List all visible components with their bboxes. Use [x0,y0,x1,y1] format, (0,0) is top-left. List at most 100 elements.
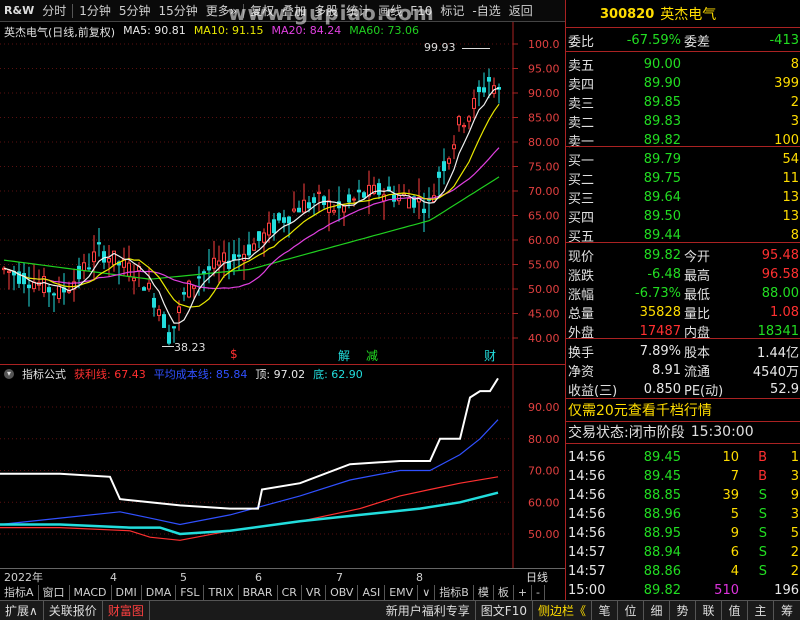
kline-chart[interactable]: 100.0 95.00 90.00 85.00 80.00 75.00 70.00 65.00… [0,22,565,364]
tab-chou[interactable]: 筹 [774,601,800,620]
indicator-tab-12[interactable]: EMV [385,585,419,601]
event-finance[interactable]: 财 [484,347,496,364]
price-axis-label: 55.00 [528,259,560,272]
indicator-tab-11[interactable]: ASI [358,585,386,601]
toolbar-back[interactable]: 返回 [505,0,537,22]
candlestick [312,197,316,203]
date-label: 6 [255,570,262,584]
toolbar-mark[interactable]: 标记 [436,0,468,22]
tab-expand[interactable]: 扩展∧ [0,600,44,620]
event-dividend[interactable]: $ [230,347,238,361]
tab-bi[interactable]: 笔 [592,600,618,620]
indicator-tab-13[interactable]: ∨ [418,585,436,601]
tab-wealth-chart[interactable]: 财富图 [103,600,150,620]
app-logo: R&W [0,4,38,17]
indicator-title[interactable]: 指标公式 [22,366,66,382]
indicator-tab-8[interactable]: CR [278,585,302,601]
period-label[interactable]: 日线 [526,569,548,585]
stock-header: 300820 英杰电气 [566,3,800,25]
event-unlock[interactable]: 解 [338,347,350,364]
price-axis-label: 45.00 [528,308,560,321]
tick-side: S [758,544,767,560]
trade-state-value: 闭市阶段 [628,425,685,441]
indicator-tab-0[interactable]: 指标A [0,585,39,601]
indicator-tab-4[interactable]: DMA [142,585,177,601]
indicator-tab-16[interactable]: 板 [494,585,514,601]
stat-label: PE(动) [684,383,724,399]
tick-price: 88.96 [643,506,681,522]
toolbar-timeshare[interactable]: 分时 [38,0,70,22]
date-label: 5 [180,570,187,584]
tab-related-quotes[interactable]: 关联报价 [44,600,103,620]
chevron-down-icon[interactable]: ▾ [4,369,14,379]
tick-volume: 510 [714,582,739,598]
tab-zhu[interactable]: 主 [748,600,774,620]
tick-time: 14:56 [568,449,606,465]
indicator-tab-7[interactable]: BRAR [239,585,278,601]
indicator-tab-14[interactable]: 指标B [435,585,474,601]
bid-volume: 13 [782,189,799,205]
candlestick [232,254,236,261]
indicator-tab-1[interactable]: 窗口 [39,585,70,601]
candlestick [127,262,131,277]
indicator-chart[interactable]: 90.00 80.00 70.00 60.00 50.00 ▾ 指标公式 获利线: 67… [0,364,565,568]
trade-state-time: 15:30:00 [690,424,754,440]
candlestick [107,258,111,263]
low-marker: 38.23 [174,341,206,354]
new-user-promo[interactable]: 新用户福利专享 [381,600,476,620]
avg-cost-label: 平均成本线: 85.84 [153,368,248,381]
tab-xi[interactable]: 细 [644,600,670,620]
high-marker: 99.93 [424,41,456,54]
f10-button[interactable]: 图文F10 [476,600,533,620]
event-reduce[interactable]: 减 [366,347,378,364]
ma60-label: MA60: 73.06 [349,24,419,37]
indicator-tab-18[interactable]: - [532,585,546,601]
tick-time: 14:56 [568,468,606,484]
ask-price: 89.85 [643,94,681,110]
indicator-tabs: 指标A 窗口 MACD DMI DMA FSL TRIX BRAR CR VR OBV ASI EMV ∨… [0,585,565,601]
candlestick [487,77,491,82]
indicator-axis-label: 50.00 [528,528,560,541]
candlestick [97,242,101,245]
indicator-tab-6[interactable]: TRIX [204,585,239,601]
weicha-value: -413 [769,32,799,48]
tick-volume: 4 [730,563,739,579]
candlestick [362,192,366,198]
trade-state-label: 交易状态: [568,425,629,441]
candlestick [457,116,461,126]
tab-shi[interactable]: 势 [670,600,696,620]
quote-value: 1.08 [770,304,799,320]
toolbar-watchlist[interactable]: -自选 [468,0,504,22]
tab-lian[interactable]: 联 [696,600,722,620]
tick-count: 196 [774,582,799,598]
toolbar-5min[interactable]: 5分钟 [115,0,155,22]
toolbar-15min[interactable]: 15分钟 [155,0,202,22]
ask-price: 89.83 [643,113,681,129]
candlestick [322,196,326,205]
candlestick [292,208,296,212]
indicator-tab-2[interactable]: MACD [70,585,112,601]
candlestick [357,189,361,193]
toolbar-1min[interactable]: 1分钟 [75,0,115,22]
tick-time: 14:56 [568,506,606,522]
indicator-tab-5[interactable]: FSL [176,585,205,601]
ma5-label: MA5: 90.81 [123,24,186,37]
candlestick [197,276,201,279]
indicator-tab-3[interactable]: DMI [112,585,142,601]
indicator-tab-10[interactable]: OBV [326,585,359,601]
bid-price: 89.79 [643,151,681,167]
indicator-tab-9[interactable]: VR [302,585,327,601]
candlestick [437,171,441,178]
candlestick [52,293,56,296]
tick-time: 14:57 [568,544,606,560]
indicator-tab-15[interactable]: 模 [474,585,494,601]
promo-text[interactable]: 仅需20元查看千档行情 [568,400,712,420]
weicha-label: 委差 [684,34,711,50]
tick-side: S [758,506,767,522]
sidebar-toggle[interactable]: 侧边栏《 [533,600,592,620]
indicator-tab-17[interactable]: + [514,585,533,601]
tab-wei[interactable]: 位 [618,600,644,620]
tab-zhi[interactable]: 值 [722,600,748,620]
promo-row[interactable]: 仅需20元查看千档行情 [566,399,800,421]
indicator-axis-label: 90.00 [528,401,560,414]
